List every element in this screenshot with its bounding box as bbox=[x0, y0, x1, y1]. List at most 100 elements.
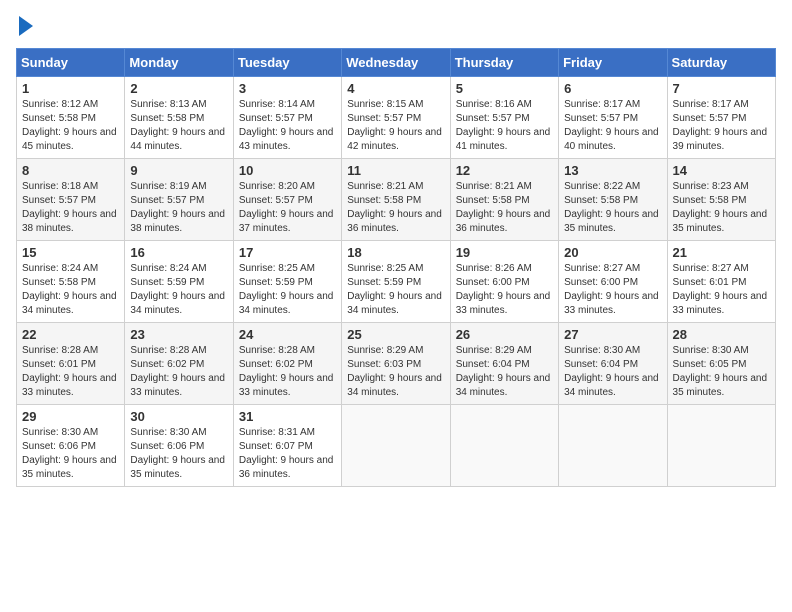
day-info: Sunrise: 8:14 AMSunset: 5:57 PMDaylight:… bbox=[239, 99, 334, 152]
calendar-day-cell: 27 Sunrise: 8:30 AMSunset: 6:04 PMDayligh… bbox=[559, 323, 667, 405]
page-header bbox=[16, 16, 776, 36]
day-info: Sunrise: 8:24 AMSunset: 5:59 PMDaylight:… bbox=[130, 263, 225, 316]
day-info: Sunrise: 8:29 AMSunset: 6:04 PMDaylight:… bbox=[456, 345, 551, 398]
day-info: Sunrise: 8:17 AMSunset: 5:57 PMDaylight:… bbox=[564, 99, 659, 152]
calendar-day-cell: 30Sunrise: 8:30 AMSunset: 6:06 PMDayligh… bbox=[125, 405, 233, 487]
calendar-day-cell: 15 Sunrise: 8:24 AMSunset: 5:58 PMDayligh… bbox=[17, 241, 125, 323]
day-info: Sunrise: 8:22 AMSunset: 5:58 PMDaylight:… bbox=[564, 181, 659, 234]
calendar-header-row: SundayMondayTuesdayWednesdayThursdayFrid… bbox=[17, 49, 776, 77]
day-number: 22 bbox=[22, 327, 119, 342]
day-info: Sunrise: 8:30 AMSunset: 6:06 PMDaylight:… bbox=[22, 427, 117, 480]
weekday-header: Monday bbox=[125, 49, 233, 77]
day-info: Sunrise: 8:19 AMSunset: 5:57 PMDaylight:… bbox=[130, 181, 225, 234]
calendar-day-cell: 31 Sunrise: 8:31 AMSunset: 6:07 PMDayligh… bbox=[233, 405, 341, 487]
calendar-day-cell: 2Sunrise: 8:13 AMSunset: 5:58 PMDaylight… bbox=[125, 77, 233, 159]
day-number: 1 bbox=[22, 81, 119, 96]
day-info: Sunrise: 8:28 AMSunset: 6:01 PMDaylight:… bbox=[22, 345, 117, 398]
calendar-day-cell bbox=[667, 405, 775, 487]
day-info: Sunrise: 8:28 AMSunset: 6:02 PMDaylight:… bbox=[239, 345, 334, 398]
day-info: Sunrise: 8:25 AMSunset: 5:59 PMDaylight:… bbox=[239, 263, 334, 316]
weekday-header: Tuesday bbox=[233, 49, 341, 77]
calendar-day-cell: 4 Sunrise: 8:15 AMSunset: 5:57 PMDaylight… bbox=[342, 77, 450, 159]
calendar-table: SundayMondayTuesdayWednesdayThursdayFrid… bbox=[16, 48, 776, 487]
calendar-week-row: 29Sunrise: 8:30 AMSunset: 6:06 PMDayligh… bbox=[17, 405, 776, 487]
day-info: Sunrise: 8:31 AMSunset: 6:07 PMDaylight:… bbox=[239, 427, 334, 480]
day-number: 3 bbox=[239, 81, 336, 96]
calendar-day-cell: 11 Sunrise: 8:21 AMSunset: 5:58 PMDayligh… bbox=[342, 159, 450, 241]
day-number: 26 bbox=[456, 327, 553, 342]
day-number: 13 bbox=[564, 163, 661, 178]
calendar-day-cell: 18 Sunrise: 8:25 AMSunset: 5:59 PMDayligh… bbox=[342, 241, 450, 323]
calendar-week-row: 1 Sunrise: 8:12 AMSunset: 5:58 PMDaylight… bbox=[17, 77, 776, 159]
calendar-day-cell: 7Sunrise: 8:17 AMSunset: 5:57 PMDaylight… bbox=[667, 77, 775, 159]
calendar-day-cell: 1 Sunrise: 8:12 AMSunset: 5:58 PMDaylight… bbox=[17, 77, 125, 159]
day-number: 27 bbox=[564, 327, 661, 342]
day-number: 4 bbox=[347, 81, 444, 96]
calendar-day-cell: 3 Sunrise: 8:14 AMSunset: 5:57 PMDaylight… bbox=[233, 77, 341, 159]
day-info: Sunrise: 8:12 AMSunset: 5:58 PMDaylight:… bbox=[22, 99, 117, 152]
day-info: Sunrise: 8:29 AMSunset: 6:03 PMDaylight:… bbox=[347, 345, 442, 398]
calendar-day-cell: 28Sunrise: 8:30 AMSunset: 6:05 PMDayligh… bbox=[667, 323, 775, 405]
day-number: 7 bbox=[673, 81, 770, 96]
day-number: 18 bbox=[347, 245, 444, 260]
calendar-day-cell: 12 Sunrise: 8:21 AMSunset: 5:58 PMDayligh… bbox=[450, 159, 558, 241]
day-info: Sunrise: 8:30 AMSunset: 6:04 PMDaylight:… bbox=[564, 345, 659, 398]
day-info: Sunrise: 8:25 AMSunset: 5:59 PMDaylight:… bbox=[347, 263, 442, 316]
day-number: 12 bbox=[456, 163, 553, 178]
day-number: 31 bbox=[239, 409, 336, 424]
calendar-day-cell: 13 Sunrise: 8:22 AMSunset: 5:58 PMDayligh… bbox=[559, 159, 667, 241]
day-number: 5 bbox=[456, 81, 553, 96]
calendar-week-row: 22 Sunrise: 8:28 AMSunset: 6:01 PMDayligh… bbox=[17, 323, 776, 405]
logo-arrow-icon bbox=[19, 16, 33, 36]
calendar-day-cell bbox=[342, 405, 450, 487]
day-info: Sunrise: 8:24 AMSunset: 5:58 PMDaylight:… bbox=[22, 263, 117, 316]
day-number: 14 bbox=[673, 163, 770, 178]
day-number: 15 bbox=[22, 245, 119, 260]
calendar-day-cell: 8 Sunrise: 8:18 AMSunset: 5:57 PMDaylight… bbox=[17, 159, 125, 241]
day-number: 25 bbox=[347, 327, 444, 342]
day-number: 21 bbox=[673, 245, 770, 260]
day-number: 28 bbox=[673, 327, 770, 342]
day-info: Sunrise: 8:21 AMSunset: 5:58 PMDaylight:… bbox=[347, 181, 442, 234]
calendar-day-cell bbox=[450, 405, 558, 487]
day-number: 16 bbox=[130, 245, 227, 260]
calendar-day-cell: 23 Sunrise: 8:28 AMSunset: 6:02 PMDayligh… bbox=[125, 323, 233, 405]
calendar-week-row: 8 Sunrise: 8:18 AMSunset: 5:57 PMDaylight… bbox=[17, 159, 776, 241]
day-number: 23 bbox=[130, 327, 227, 342]
day-number: 6 bbox=[564, 81, 661, 96]
calendar-day-cell: 10 Sunrise: 8:20 AMSunset: 5:57 PMDayligh… bbox=[233, 159, 341, 241]
day-info: Sunrise: 8:20 AMSunset: 5:57 PMDaylight:… bbox=[239, 181, 334, 234]
calendar-day-cell: 19 Sunrise: 8:26 AMSunset: 6:00 PMDayligh… bbox=[450, 241, 558, 323]
day-number: 9 bbox=[130, 163, 227, 178]
day-number: 24 bbox=[239, 327, 336, 342]
calendar-day-cell: 24 Sunrise: 8:28 AMSunset: 6:02 PMDayligh… bbox=[233, 323, 341, 405]
day-info: Sunrise: 8:18 AMSunset: 5:57 PMDaylight:… bbox=[22, 181, 117, 234]
calendar-day-cell: 21 Sunrise: 8:27 AMSunset: 6:01 PMDayligh… bbox=[667, 241, 775, 323]
weekday-header: Saturday bbox=[667, 49, 775, 77]
day-info: Sunrise: 8:27 AMSunset: 6:00 PMDaylight:… bbox=[564, 263, 659, 316]
day-number: 19 bbox=[456, 245, 553, 260]
day-number: 10 bbox=[239, 163, 336, 178]
day-info: Sunrise: 8:21 AMSunset: 5:58 PMDaylight:… bbox=[456, 181, 551, 234]
day-info: Sunrise: 8:26 AMSunset: 6:00 PMDaylight:… bbox=[456, 263, 551, 316]
day-info: Sunrise: 8:15 AMSunset: 5:57 PMDaylight:… bbox=[347, 99, 442, 152]
weekday-header: Wednesday bbox=[342, 49, 450, 77]
calendar-day-cell: 14 Sunrise: 8:23 AMSunset: 5:58 PMDayligh… bbox=[667, 159, 775, 241]
day-number: 11 bbox=[347, 163, 444, 178]
day-number: 30 bbox=[130, 409, 227, 424]
calendar-day-cell bbox=[559, 405, 667, 487]
day-info: Sunrise: 8:16 AMSunset: 5:57 PMDaylight:… bbox=[456, 99, 551, 152]
day-number: 2 bbox=[130, 81, 227, 96]
day-info: Sunrise: 8:28 AMSunset: 6:02 PMDaylight:… bbox=[130, 345, 225, 398]
calendar-day-cell: 17 Sunrise: 8:25 AMSunset: 5:59 PMDayligh… bbox=[233, 241, 341, 323]
calendar-day-cell: 25 Sunrise: 8:29 AMSunset: 6:03 PMDayligh… bbox=[342, 323, 450, 405]
day-number: 17 bbox=[239, 245, 336, 260]
calendar-day-cell: 16 Sunrise: 8:24 AMSunset: 5:59 PMDayligh… bbox=[125, 241, 233, 323]
calendar-day-cell: 6 Sunrise: 8:17 AMSunset: 5:57 PMDaylight… bbox=[559, 77, 667, 159]
day-number: 8 bbox=[22, 163, 119, 178]
day-number: 20 bbox=[564, 245, 661, 260]
calendar-day-cell: 5 Sunrise: 8:16 AMSunset: 5:57 PMDaylight… bbox=[450, 77, 558, 159]
calendar-day-cell: 20 Sunrise: 8:27 AMSunset: 6:00 PMDayligh… bbox=[559, 241, 667, 323]
day-info: Sunrise: 8:27 AMSunset: 6:01 PMDaylight:… bbox=[673, 263, 768, 316]
day-info: Sunrise: 8:23 AMSunset: 5:58 PMDaylight:… bbox=[673, 181, 768, 234]
